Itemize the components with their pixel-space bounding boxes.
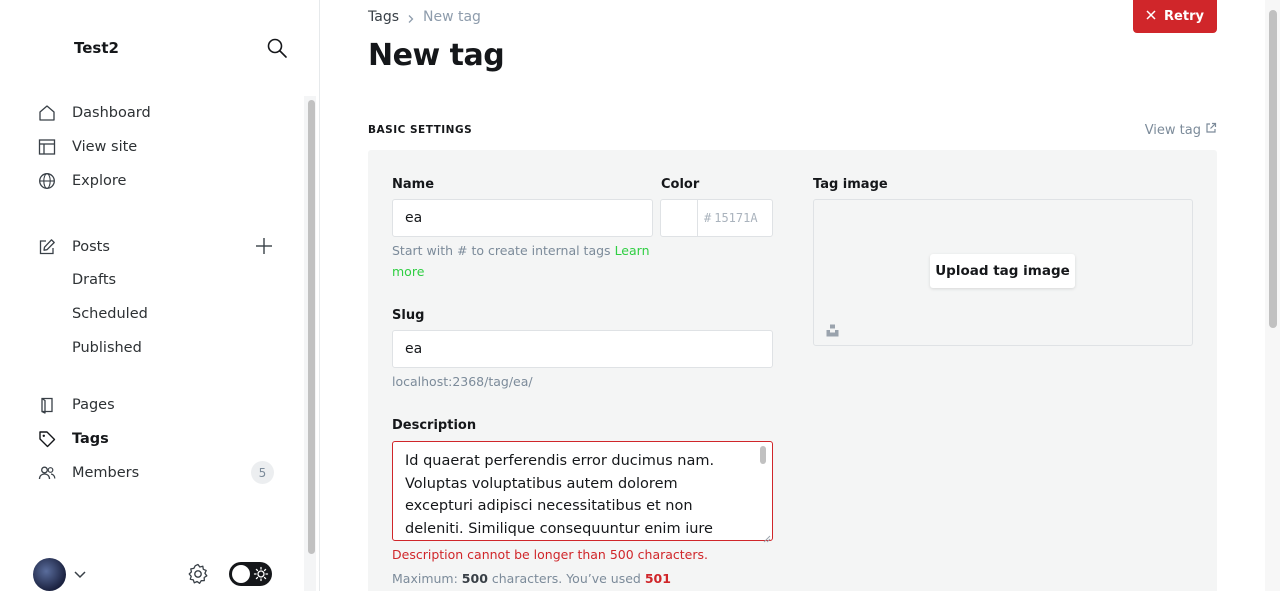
- theme-toggle[interactable]: [229, 562, 272, 586]
- nav-tags-label: Tags: [72, 431, 109, 447]
- resize-handle-icon[interactable]: [761, 528, 771, 543]
- users-icon: [37, 463, 57, 483]
- nav-view-site-label: View site: [72, 139, 138, 155]
- slug-url: localhost:2368/tag/ea/: [392, 374, 533, 389]
- upload-tag-image-button[interactable]: Upload tag image: [930, 254, 1075, 288]
- color-placeholder: 15171A: [714, 211, 758, 225]
- description-textarea[interactable]: Id quaerat perferendis error ducimus nam…: [392, 441, 773, 541]
- nav-tags[interactable]: Tags: [37, 426, 109, 452]
- name-label: Name: [392, 177, 435, 192]
- nav-explore-label: Explore: [72, 173, 127, 189]
- nav-explore[interactable]: Explore: [37, 168, 126, 194]
- home-icon: [37, 103, 57, 123]
- search-icon[interactable]: [266, 37, 288, 59]
- nav-members-label: Members: [72, 465, 140, 481]
- nav-dashboard-label: Dashboard: [72, 105, 151, 121]
- avatar[interactable]: [33, 558, 66, 591]
- app-window: Test2 Dashboard View site Explore Posts …: [0, 0, 1280, 591]
- description-label: Description: [392, 418, 477, 433]
- unsplash-icon[interactable]: [826, 322, 839, 337]
- nav-published[interactable]: Published: [72, 340, 142, 356]
- description-error: Description cannot be longer than 500 ch…: [392, 547, 708, 562]
- slug-input[interactable]: ea: [392, 330, 773, 368]
- layout-icon: [37, 137, 57, 157]
- retry-button[interactable]: Retry: [1133, 0, 1217, 33]
- edit-icon: [37, 237, 57, 257]
- nav-pages[interactable]: Pages: [37, 392, 115, 418]
- page-scrollbar-thumb[interactable]: [1269, 10, 1277, 328]
- breadcrumb-tags-link[interactable]: Tags: [368, 9, 399, 25]
- retry-label: Retry: [1164, 9, 1204, 24]
- page-icon: [37, 395, 57, 415]
- nav-members[interactable]: Members: [37, 460, 139, 486]
- new-post-plus-icon[interactable]: [254, 236, 274, 256]
- basic-settings-panel: Name ea Start with # to create internal …: [368, 150, 1217, 591]
- counter-prefix: Maximum:: [392, 571, 458, 586]
- nav-view-site[interactable]: View site: [37, 134, 137, 160]
- site-title[interactable]: Test2: [74, 39, 119, 57]
- gear-icon[interactable]: [186, 562, 210, 586]
- view-tag-link[interactable]: View tag: [1145, 122, 1217, 138]
- nav-pages-label: Pages: [72, 397, 115, 413]
- chevron-right-icon: [406, 12, 416, 23]
- view-tag-label: View tag: [1144, 122, 1201, 138]
- nav-posts-label: Posts: [72, 239, 110, 255]
- counter-used: 501: [644, 571, 671, 586]
- page-title: New tag: [368, 38, 505, 73]
- breadcrumb-current: New tag: [423, 9, 481, 25]
- description-counter: Maximum: 500 characters. You’ve used 501: [392, 571, 671, 586]
- color-hash: #: [704, 211, 712, 225]
- description-scrollbar-thumb[interactable]: [760, 446, 766, 464]
- color-input[interactable]: # 15171A: [697, 199, 773, 237]
- color-label: Color: [661, 177, 700, 192]
- nav-scheduled[interactable]: Scheduled: [72, 306, 148, 322]
- slug-label: Slug: [392, 308, 425, 323]
- chevron-down-icon[interactable]: [73, 566, 87, 580]
- counter-max: 500: [461, 571, 488, 586]
- globe-icon: [37, 171, 57, 191]
- counter-mid: characters. You’ve used: [491, 571, 641, 586]
- breadcrumb: Tags New tag: [368, 9, 481, 25]
- nav-drafts[interactable]: Drafts: [72, 272, 116, 288]
- name-input[interactable]: ea: [392, 199, 653, 237]
- sidebar: Test2 Dashboard View site Explore Posts …: [0, 0, 320, 591]
- name-hint: Start with # to create internal tags Lea…: [392, 240, 652, 282]
- external-link-icon: [1205, 122, 1217, 138]
- main-content: Tags New tag New tag Retry BASIC SETTING…: [320, 0, 1280, 591]
- close-icon: [1146, 9, 1156, 24]
- sidebar-scrollbar-thumb[interactable]: [308, 100, 315, 554]
- nav-dashboard[interactable]: Dashboard: [37, 100, 151, 126]
- name-hint-text: Start with # to create internal tags: [392, 243, 611, 258]
- nav-posts[interactable]: Posts: [37, 234, 110, 260]
- color-swatch[interactable]: [660, 199, 698, 237]
- tag-icon: [37, 429, 57, 449]
- sun-icon: [253, 566, 269, 582]
- tag-image-label: Tag image: [813, 177, 888, 192]
- section-title: BASIC SETTINGS: [368, 124, 473, 136]
- members-count-badge: 5: [251, 461, 274, 484]
- toggle-knob: [232, 565, 250, 583]
